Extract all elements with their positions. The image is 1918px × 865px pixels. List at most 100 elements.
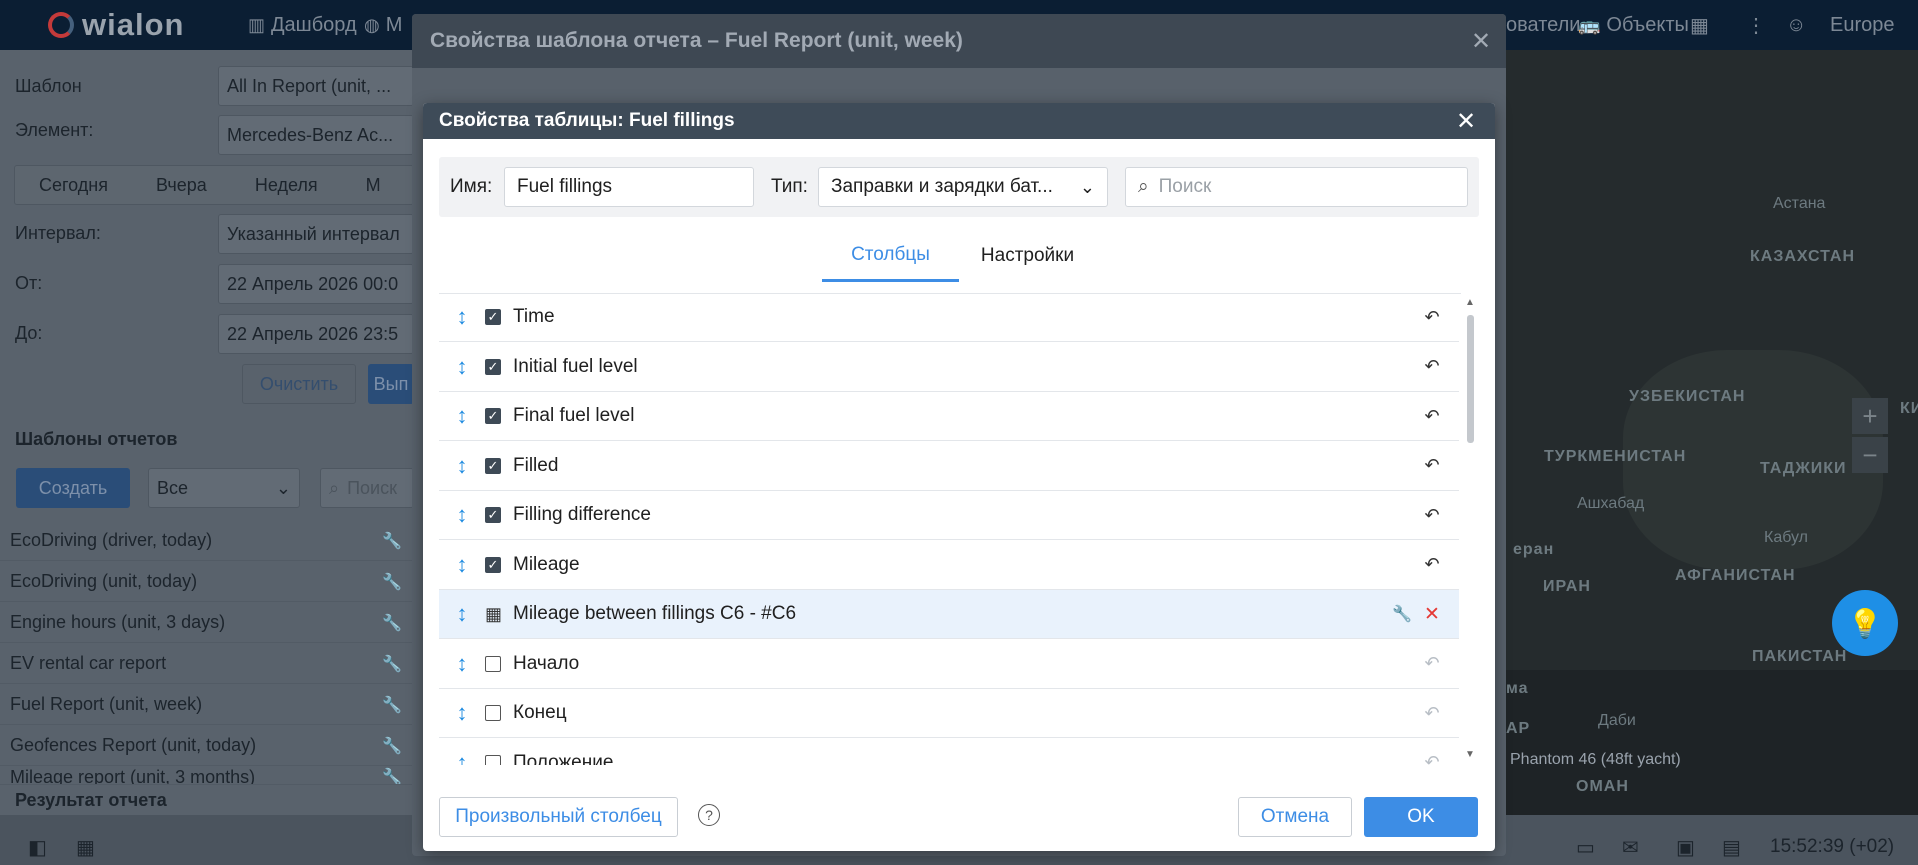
mail-icon[interactable]: ✉	[1622, 835, 1639, 860]
wrench-icon[interactable]: 🔧	[382, 613, 402, 633]
column-search-input[interactable]: ⌕ Поиск	[1125, 167, 1468, 207]
reset-icon[interactable]: ↶	[1417, 653, 1447, 674]
reset-icon[interactable]: ↶	[1417, 752, 1447, 765]
wrench-icon[interactable]: 🔧	[382, 572, 402, 592]
column-row[interactable]: ↕ Положение ↶	[439, 739, 1459, 766]
column-row[interactable]: ↕ ✓ Final fuel level ↶	[439, 392, 1459, 441]
wrench-icon[interactable]: 🔧	[1387, 604, 1417, 624]
period-yesterday[interactable]: Вчера	[132, 175, 231, 196]
drag-handle-icon[interactable]: ↕	[439, 750, 485, 766]
scroll-down-icon[interactable]: ▼	[1465, 749, 1475, 760]
drag-handle-icon[interactable]: ↕	[439, 453, 485, 479]
region-label[interactable]: Europe	[1830, 0, 1895, 50]
reset-icon[interactable]: ↶	[1417, 455, 1447, 476]
card-icon[interactable]: ▭	[1576, 835, 1595, 860]
column-checkbox[interactable]	[485, 655, 501, 672]
lightbulb-icon[interactable]: 💡	[1832, 590, 1898, 656]
column-row[interactable]: ↕ Начало ↶	[439, 640, 1459, 689]
drag-handle-icon[interactable]: ↕	[439, 601, 485, 627]
reset-icon[interactable]: ↶	[1417, 406, 1447, 427]
column-row[interactable]: ↕ ✓ Mileage ↶	[439, 541, 1459, 590]
from-date-input[interactable]: 22 Апрель 2026 00:0	[218, 264, 414, 304]
close-icon[interactable]: ✕	[1450, 105, 1482, 137]
image-icon[interactable]: ▣	[1676, 835, 1695, 860]
nav-monitoring[interactable]: ◍ М	[364, 0, 402, 50]
element-select[interactable]: Mercedes-Benz Ac...	[218, 115, 414, 155]
document-icon[interactable]: ▤	[1722, 835, 1741, 860]
reset-icon[interactable]: ↶	[1417, 307, 1447, 328]
drag-handle-icon[interactable]: ↕	[439, 304, 485, 330]
nav-users[interactable]: ователи	[1506, 0, 1580, 50]
layout-list-icon[interactable]: ◧	[28, 835, 47, 860]
wrench-icon[interactable]: 🔧	[382, 654, 402, 674]
drag-handle-icon[interactable]: ↕	[439, 700, 485, 726]
template-select[interactable]: All In Report (unit, ...	[218, 66, 414, 106]
column-row[interactable]: ↕ ✓ Filled ↶	[439, 442, 1459, 491]
to-date-input[interactable]: 22 Апрель 2026 23:5	[218, 314, 414, 354]
nav-dashboard[interactable]: ▥ Дашборд	[248, 0, 357, 50]
column-row[interactable]: ↕ ✓ Filling difference ↶	[439, 491, 1459, 540]
delete-icon[interactable]: ✕	[1417, 603, 1447, 626]
column-checkbox[interactable]: ✓	[485, 309, 501, 325]
column-row[interactable]: ↕ ▦ Mileage between fillings C6 - #C6 🔧 ✕	[439, 590, 1459, 639]
help-icon[interactable]: ?	[698, 804, 720, 826]
column-checkbox[interactable]: ✓	[485, 457, 501, 474]
reset-icon[interactable]: ↶	[1417, 356, 1447, 377]
column-checkbox[interactable]: ✓	[485, 358, 501, 375]
clear-button[interactable]: Очистить	[242, 364, 356, 404]
template-search-input[interactable]: ⌕ Поиск	[320, 468, 414, 508]
more-icon[interactable]: ⋮	[1746, 0, 1766, 50]
scrollbar-thumb[interactable]	[1467, 315, 1474, 443]
wialon-logo[interactable]: wialon	[48, 7, 198, 42]
custom-column-button[interactable]: Произвольный столбец	[439, 797, 678, 837]
template-list-item[interactable]: Engine hours (unit, 3 days) 🔧	[0, 603, 412, 643]
column-row[interactable]: ↕ ✓ Time ↶	[439, 293, 1459, 342]
column-checkbox[interactable]	[485, 705, 501, 721]
column-checkbox[interactable]: ✓	[485, 556, 501, 573]
template-list-item[interactable]: Mileage report (unit, 3 months) 🔧	[0, 767, 412, 785]
zoom-in-button[interactable]: +	[1852, 398, 1888, 434]
interval-select[interactable]: Указанный интервал	[218, 214, 414, 254]
template-list-item[interactable]: Fuel Report (unit, week) 🔧	[0, 685, 412, 725]
scroll-up-icon[interactable]: ▲	[1465, 297, 1475, 308]
reset-icon[interactable]: ↶	[1417, 703, 1447, 724]
period-month[interactable]: М	[342, 175, 405, 196]
scrollbar[interactable]: ▲ ▼	[1464, 297, 1476, 765]
layout-grid-icon[interactable]: ▦	[76, 835, 95, 860]
wrench-icon[interactable]: 🔧	[382, 736, 402, 756]
close-icon[interactable]: ✕	[1466, 26, 1496, 56]
run-button[interactable]: Вып	[368, 364, 414, 404]
drag-handle-icon[interactable]: ↕	[439, 403, 485, 429]
period-week[interactable]: Неделя	[231, 175, 342, 196]
table-type-select[interactable]: Заправки и зарядки бат... ⌄	[818, 167, 1108, 207]
wrench-icon[interactable]: 🔧	[382, 767, 402, 784]
drag-handle-icon[interactable]: ↕	[439, 354, 485, 380]
table-name-input[interactable]: Fuel fillings	[504, 167, 754, 207]
tab-columns[interactable]: Столбцы	[822, 230, 959, 282]
tab-settings[interactable]: Настройки	[959, 230, 1096, 282]
zoom-out-button[interactable]: −	[1852, 437, 1888, 473]
column-checkbox[interactable]	[485, 754, 501, 765]
column-row[interactable]: ↕ ✓ Initial fuel level ↶	[439, 343, 1459, 392]
user-icon[interactable]: ☺	[1786, 0, 1806, 50]
template-list-item[interactable]: EcoDriving (unit, today) 🔧	[0, 562, 412, 602]
drag-handle-icon[interactable]: ↕	[439, 502, 485, 528]
wrench-icon[interactable]: 🔧	[382, 695, 402, 715]
column-checkbox[interactable]: ✓	[485, 408, 501, 424]
drag-handle-icon[interactable]: ↕	[439, 552, 485, 578]
reset-icon[interactable]: ↶	[1417, 554, 1447, 575]
reset-icon[interactable]: ↶	[1417, 505, 1447, 526]
template-list-item[interactable]: Geofences Report (unit, today) 🔧	[0, 726, 412, 766]
apps-grid-icon[interactable]: ▦	[1690, 0, 1709, 50]
template-list-item[interactable]: EV rental car report 🔧	[0, 644, 412, 684]
nav-units[interactable]: 🚌 Объекты	[1578, 0, 1689, 50]
column-row[interactable]: ↕ Конец ↶	[439, 689, 1459, 738]
template-list-item[interactable]: EcoDriving (driver, today) 🔧	[0, 521, 412, 561]
create-template-button[interactable]: Создать	[16, 468, 130, 508]
drag-handle-icon[interactable]: ↕	[439, 651, 485, 677]
ok-button[interactable]: OK	[1364, 797, 1478, 837]
template-filter-select[interactable]: Все ⌄	[148, 468, 300, 508]
cancel-button[interactable]: Отмена	[1238, 797, 1352, 837]
period-today[interactable]: Сегодня	[15, 175, 132, 196]
column-checkbox[interactable]: ✓	[485, 507, 501, 523]
